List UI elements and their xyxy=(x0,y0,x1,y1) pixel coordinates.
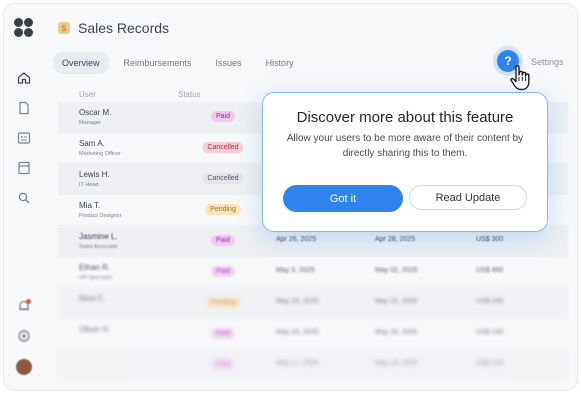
date-processed: May 02, 2025 xyxy=(375,267,418,274)
date-processed: May 15, 2025 xyxy=(375,298,418,305)
user-name: Oliver H. xyxy=(79,325,111,334)
status-badge: Pending xyxy=(205,297,241,308)
user-role: Manager xyxy=(79,120,101,126)
sidebar xyxy=(4,4,46,390)
column-header-user: User xyxy=(79,90,96,99)
date-submitted: May 17, 2025 xyxy=(276,360,319,367)
date-submitted: May 16, 2025 xyxy=(276,329,319,336)
app-logo xyxy=(14,18,34,38)
tab-reimbursements[interactable]: Reimbursements xyxy=(115,52,201,74)
status-badge: Pending xyxy=(205,204,241,215)
user-name: Lewis H. xyxy=(79,170,110,179)
popup-description: Allow your users to be more aware of the… xyxy=(286,133,524,159)
user-role: Product Designer xyxy=(79,213,122,219)
page-title: Sales Records xyxy=(78,20,170,36)
date-processed: May 19, 2025 xyxy=(375,360,418,367)
hand-cursor-icon xyxy=(508,64,534,92)
column-header-status: Status xyxy=(178,90,201,99)
date-processed: Apr 28, 2025 xyxy=(375,236,416,243)
user-name: Oscar M. xyxy=(79,108,112,117)
app-window: $ Sales Records Overview Reimbursements … xyxy=(3,3,578,391)
table-row[interactable]: Oliver H. Paid May 16, 2025 May 16, 2025… xyxy=(58,319,568,350)
page-header: $ Sales Records xyxy=(58,16,169,40)
status-badge: Cancelled xyxy=(202,173,244,184)
status-badge: Paid xyxy=(210,111,236,122)
table-row[interactable]: Nina C. Pending May 15, 2025 May 15, 202… xyxy=(58,288,568,319)
amount: US$ 460 xyxy=(476,267,504,274)
avatar[interactable] xyxy=(16,359,32,375)
user-name: Nina C. xyxy=(79,294,106,303)
home-icon[interactable] xyxy=(16,70,32,86)
document-badge-icon: $ xyxy=(58,22,70,34)
user-name: Ethan R. xyxy=(79,263,111,272)
got-it-button[interactable]: Got it xyxy=(283,185,403,212)
status-badge: Cancelled xyxy=(202,142,244,153)
amount: US$ 300 xyxy=(476,236,504,243)
search-icon[interactable] xyxy=(16,190,32,206)
read-update-button[interactable]: Read Update xyxy=(409,185,527,210)
user-role: HR Specialist xyxy=(79,275,113,281)
amount: US$ 225 xyxy=(476,360,504,367)
tab-overview[interactable]: Overview xyxy=(53,52,109,74)
settings-link[interactable]: Settings xyxy=(531,57,564,67)
user-name: Sam A. xyxy=(79,139,105,148)
date-submitted: May 3, 2025 xyxy=(276,267,315,274)
popup-title: Discover more about this feature xyxy=(296,109,514,126)
notifications-icon[interactable] xyxy=(16,298,32,314)
table-row[interactable]: Paid May 17, 2025 May 19, 2025 US$ 225 xyxy=(58,350,568,381)
status-badge: Paid xyxy=(210,235,236,246)
status-badge: Paid xyxy=(210,266,236,277)
user-role: Sales Associate xyxy=(79,244,118,250)
date-submitted: Apr 26, 2025 xyxy=(276,236,317,243)
table-row[interactable]: Ethan R. HR Specialist Paid May 3, 2025 … xyxy=(58,257,568,288)
tab-bar: Overview Reimbursements Issues History xyxy=(53,52,303,74)
status-badge: Paid xyxy=(210,359,236,370)
user-name: Mia T. xyxy=(79,201,101,210)
user-role: IT Head xyxy=(79,182,99,188)
feature-popup: Discover more about this feature Allow y… xyxy=(262,92,548,232)
tab-history[interactable]: History xyxy=(257,52,303,74)
user-name: Jasmine L. xyxy=(79,232,118,241)
status-badge: Paid xyxy=(210,328,236,339)
document-icon[interactable] xyxy=(16,100,32,116)
amount: US$ 240 xyxy=(476,298,504,305)
tab-issues[interactable]: Issues xyxy=(207,52,251,74)
date-processed: May 16, 2025 xyxy=(375,329,418,336)
user-role: Marketing Officer xyxy=(79,151,121,157)
date-submitted: May 15, 2025 xyxy=(276,298,319,305)
amount: US$ 150 xyxy=(476,329,504,336)
archive-icon[interactable] xyxy=(16,160,32,176)
settings-icon[interactable] xyxy=(16,328,32,344)
card-icon[interactable] xyxy=(16,130,32,146)
